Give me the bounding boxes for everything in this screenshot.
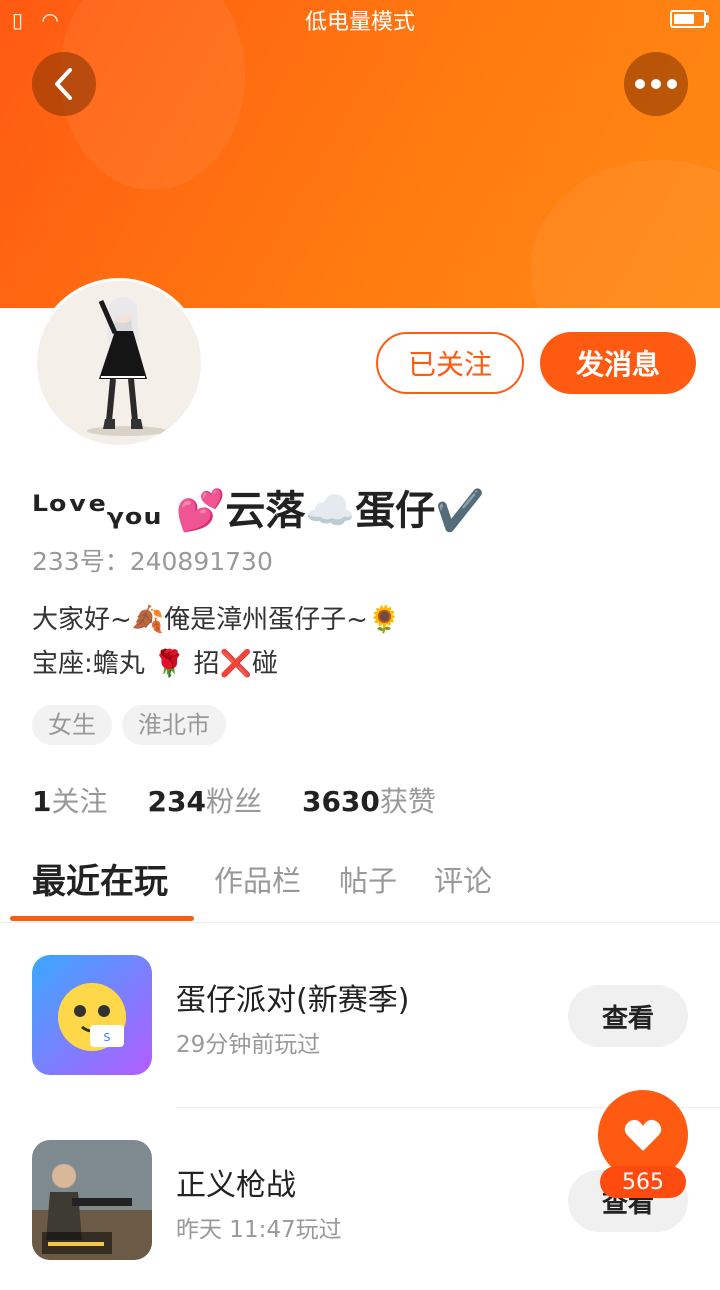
user-id: 233号：240891730: [32, 547, 273, 576]
likes-label: 获赞: [379, 785, 436, 818]
profile-tabs: 最近在玩 作品栏 帖子 评论: [0, 852, 720, 923]
likes-count: 3630: [301, 785, 380, 818]
chevron-left-icon: [55, 68, 72, 100]
view-button[interactable]: 查看: [568, 985, 688, 1047]
tab-works[interactable]: 作品栏: [214, 858, 301, 900]
status-bar: ▯ ◠ 低电量模式: [0, 0, 720, 36]
location-tag: 淮北市: [122, 705, 226, 745]
tab-recently-played[interactable]: 最近在玩: [32, 854, 168, 903]
bio-line: 大家好~🍂俺是漳州蛋仔子~🌻: [32, 605, 401, 635]
profile-header-banner: ▯ ◠ 低电量模式: [0, 0, 720, 308]
following-label: 关注: [51, 785, 108, 818]
following-stat[interactable]: 1关注: [32, 780, 108, 820]
following-count: 1: [32, 785, 52, 818]
game-name: 蛋仔派对(新赛季): [176, 983, 410, 1018]
more-button[interactable]: [624, 52, 688, 116]
tab-posts[interactable]: 帖子: [339, 858, 397, 900]
avatar-image: [37, 281, 201, 445]
banner-decoration: [530, 160, 720, 308]
game-name: 正义枪战: [176, 1168, 296, 1203]
followers-stat[interactable]: 234粉丝: [148, 780, 262, 820]
game-icon: [32, 1140, 152, 1260]
low-power-mode-label: 低电量模式: [304, 10, 415, 35]
followed-button[interactable]: 已关注: [376, 332, 524, 394]
game-icon: S: [32, 955, 152, 1075]
list-item[interactable]: S 蛋仔派对(新赛季) 29分钟前玩过 查看: [0, 955, 720, 1105]
gender-tag: 女生: [32, 705, 112, 745]
back-button[interactable]: [32, 52, 96, 116]
last-played-time: 昨天 11:47玩过: [176, 1217, 342, 1243]
tab-comments[interactable]: 评论: [434, 858, 492, 900]
profile-tags: 女生 淮北市: [32, 705, 226, 745]
like-count-badge: 565: [600, 1166, 686, 1198]
last-played-time: 29分钟前玩过: [176, 1032, 321, 1058]
followers-count: 234: [147, 785, 206, 818]
profile-stats: 1关注 234粉丝 3630获赞: [32, 780, 476, 820]
send-message-button[interactable]: 发消息: [540, 332, 696, 394]
battery-icon: [670, 10, 709, 28]
avatar[interactable]: [34, 278, 204, 448]
bio: 大家好~🍂俺是漳州蛋仔子~🌻 宝座:蟾丸 🌹 招❌碰: [32, 598, 400, 686]
nickname: ᴸᵒᵛᵉᵧₒᵤ 💕云落☁️蛋仔✔️: [32, 488, 485, 534]
more-icon: [632, 79, 680, 89]
svg-text:S: S: [104, 1031, 111, 1044]
active-tab-indicator: [10, 916, 194, 921]
heart-icon: [624, 1119, 662, 1151]
bio-line: 宝座:蟾丸 🌹 招❌碰: [32, 649, 279, 679]
likes-stat: 3630获赞: [302, 780, 436, 820]
followers-label: 粉丝: [205, 785, 262, 818]
battery-level: [674, 14, 694, 24]
